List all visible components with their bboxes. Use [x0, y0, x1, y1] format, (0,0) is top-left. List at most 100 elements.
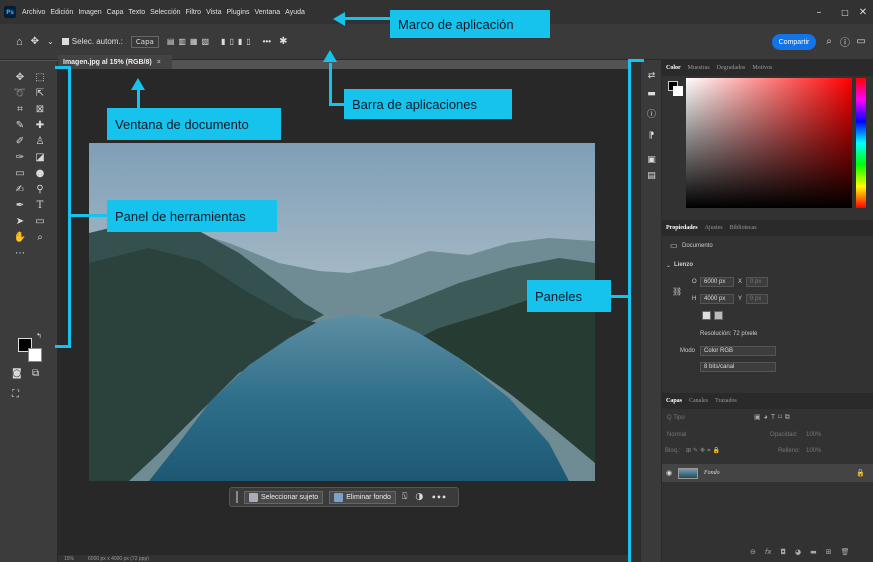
notes-icon[interactable]: ▤ [646, 170, 657, 181]
generative-fill-icon[interactable]: ⛶ [12, 389, 19, 400]
new-layer-icon[interactable]: ⊞ [826, 548, 832, 556]
crop-tool-icon[interactable]: ⌗ [10, 101, 30, 117]
object-select-tool-icon[interactable]: ⇱ [30, 85, 50, 101]
distribute-icons[interactable]: ▮▯▮▯ [221, 37, 255, 46]
tab-patterns[interactable]: Motivos [752, 65, 772, 71]
more-options-button[interactable]: ••• [263, 37, 271, 46]
menu-capa[interactable]: Capa [107, 9, 124, 16]
type-tool-icon[interactable]: T [30, 197, 50, 213]
eye-icon[interactable]: ◉ [666, 469, 672, 477]
zoom-level[interactable]: 15% [64, 556, 74, 562]
menu-ayuda[interactable]: Ayuda [285, 9, 305, 16]
select-subject-button[interactable]: Seleccionar sujeto [244, 490, 324, 504]
color-panel-background[interactable] [673, 86, 683, 96]
healing-tool-icon[interactable]: ✚ [30, 117, 50, 133]
document-image[interactable] [89, 143, 595, 481]
more-options-button[interactable]: ••• [431, 493, 446, 502]
drag-handle[interactable] [236, 491, 238, 503]
layer-filter-icons[interactable]: ▣◕T⌑⧉ [754, 413, 793, 422]
help-icon[interactable]: ⓘ [838, 34, 852, 49]
search-icon[interactable]: ⌕ [822, 34, 836, 48]
hand-tool-icon[interactable]: ✋ [10, 229, 30, 245]
home-icon[interactable]: ⌂ [16, 36, 23, 48]
remove-background-button[interactable]: Eliminar fondo [329, 490, 396, 504]
height-input[interactable]: 4000 px [700, 294, 734, 304]
dodge-tool-icon[interactable]: ✍ [10, 181, 30, 197]
menu-filtro[interactable]: Filtro [186, 9, 202, 16]
brush-tool-icon[interactable]: ✐ [10, 133, 30, 149]
path-select-tool-icon[interactable]: ➤ [10, 213, 30, 229]
blend-mode-dropdown[interactable]: Normal [664, 430, 764, 440]
layer-row-fondo[interactable]: ◉ Fondo 🔒 [662, 464, 873, 482]
document-tab[interactable]: Imagen.jpg al 15% (RGB/8) × [58, 55, 172, 69]
chevron-down-icon[interactable]: ⌄ [47, 37, 54, 46]
adjustment-icon[interactable]: ◑ [415, 492, 423, 502]
auto-select-checkbox[interactable]: Selec. autom.: [61, 37, 123, 46]
close-button[interactable]: ✕ [850, 0, 873, 24]
align-icons[interactable]: ▤▥▦▧ [167, 37, 213, 46]
blur-tool-icon[interactable]: ● [30, 165, 50, 181]
zoom-lens-tool-icon[interactable]: ⚲ [30, 181, 50, 197]
menu-archivo[interactable]: Archivo [22, 9, 45, 16]
add-mask-icon[interactable]: ◘ [780, 548, 786, 556]
tab-swatches[interactable]: Muestras [688, 65, 710, 71]
landscape-orientation-icon[interactable] [714, 311, 723, 320]
fx-icon[interactable]: fx [765, 548, 772, 556]
gear-icon[interactable]: ✱ [279, 36, 287, 47]
menu-plugins[interactable]: Plugins [227, 9, 250, 16]
menu-edicion[interactable]: Edición [50, 9, 73, 16]
quick-mask-icon[interactable]: ◙ [12, 368, 22, 379]
frame-tool-icon[interactable]: ⊠ [30, 101, 50, 117]
tab-channels[interactable]: Canales [689, 398, 708, 404]
menu-imagen[interactable]: Imagen [78, 9, 101, 16]
trash-icon[interactable]: 🗑 [841, 548, 850, 556]
fill-input[interactable]: 100% [806, 448, 821, 454]
hue-slider[interactable] [856, 78, 866, 208]
move-tool-icon[interactable]: ✥ [10, 69, 30, 85]
link-icon[interactable]: ⛓ [672, 287, 682, 296]
menu-ventana[interactable]: Ventana [254, 9, 280, 16]
zoom-tool-icon[interactable]: ⌕ [30, 229, 50, 245]
menu-seleccion[interactable]: Selección [150, 9, 180, 16]
y-input[interactable]: 0 px [746, 294, 768, 304]
menu-texto[interactable]: Texto [128, 9, 145, 16]
lasso-tool-icon[interactable]: ➰ [10, 85, 30, 101]
folder-icon[interactable]: ▬ [810, 548, 817, 556]
rectangle-tool-icon[interactable]: ▭ [30, 213, 50, 229]
info-icon[interactable]: ⓘ [646, 108, 657, 120]
tab-libraries[interactable]: Bibliotecas [730, 225, 757, 231]
swap-colors-icon[interactable]: ↰ [36, 332, 42, 340]
bit-depth-dropdown[interactable]: 8 bits/canal [700, 362, 776, 372]
tab-paths[interactable]: Trazados [715, 398, 737, 404]
tab-adjustments[interactable]: Ajustes [705, 225, 723, 231]
tab-layers[interactable]: Capas [666, 398, 682, 404]
tab-gradients[interactable]: Degradados [717, 65, 746, 71]
move-tool-icon[interactable]: ✥ [31, 36, 39, 47]
mode-dropdown[interactable]: Color RGB [700, 346, 776, 356]
width-input[interactable]: 6000 px [700, 277, 734, 287]
history-icon[interactable]: ⇄ [646, 70, 657, 81]
marquee-tool-icon[interactable]: ⬚ [30, 69, 50, 85]
adjustment-layer-icon[interactable]: ◕ [795, 548, 801, 556]
paragraph-icon[interactable]: ⁋ [646, 130, 657, 141]
color-picker-field[interactable] [686, 78, 852, 208]
stamp-tool-icon[interactable]: ♙ [30, 133, 50, 149]
chevron-down-icon[interactable]: ⌄ [666, 262, 671, 269]
layer-filter-search[interactable]: Q Tipo [664, 413, 736, 423]
portrait-orientation-icon[interactable] [702, 311, 711, 320]
auto-select-dropdown[interactable]: Capa [130, 35, 159, 48]
screen-mode-icon[interactable]: ⧉ [32, 368, 39, 379]
opacity-input[interactable]: 100% [806, 432, 821, 438]
eraser-tool-icon[interactable]: ◪ [30, 149, 50, 165]
workspace-icon[interactable]: ▭ [854, 34, 868, 48]
eyedropper-tool-icon[interactable]: ✎ [10, 117, 30, 133]
comments-icon[interactable]: ▬ [646, 88, 657, 99]
share-button[interactable]: Compartir [772, 34, 816, 50]
x-input[interactable]: 0 px [746, 277, 768, 287]
tab-properties[interactable]: Propiedades [666, 225, 698, 231]
menu-vista[interactable]: Vista [206, 9, 221, 16]
libraries-icon[interactable]: ▣ [646, 154, 657, 165]
background-color-swatch[interactable] [28, 348, 42, 362]
lock-icons[interactable]: ⊞✎✥⌗🔒 [686, 447, 722, 455]
pen-tool-icon[interactable]: ✒ [10, 197, 30, 213]
